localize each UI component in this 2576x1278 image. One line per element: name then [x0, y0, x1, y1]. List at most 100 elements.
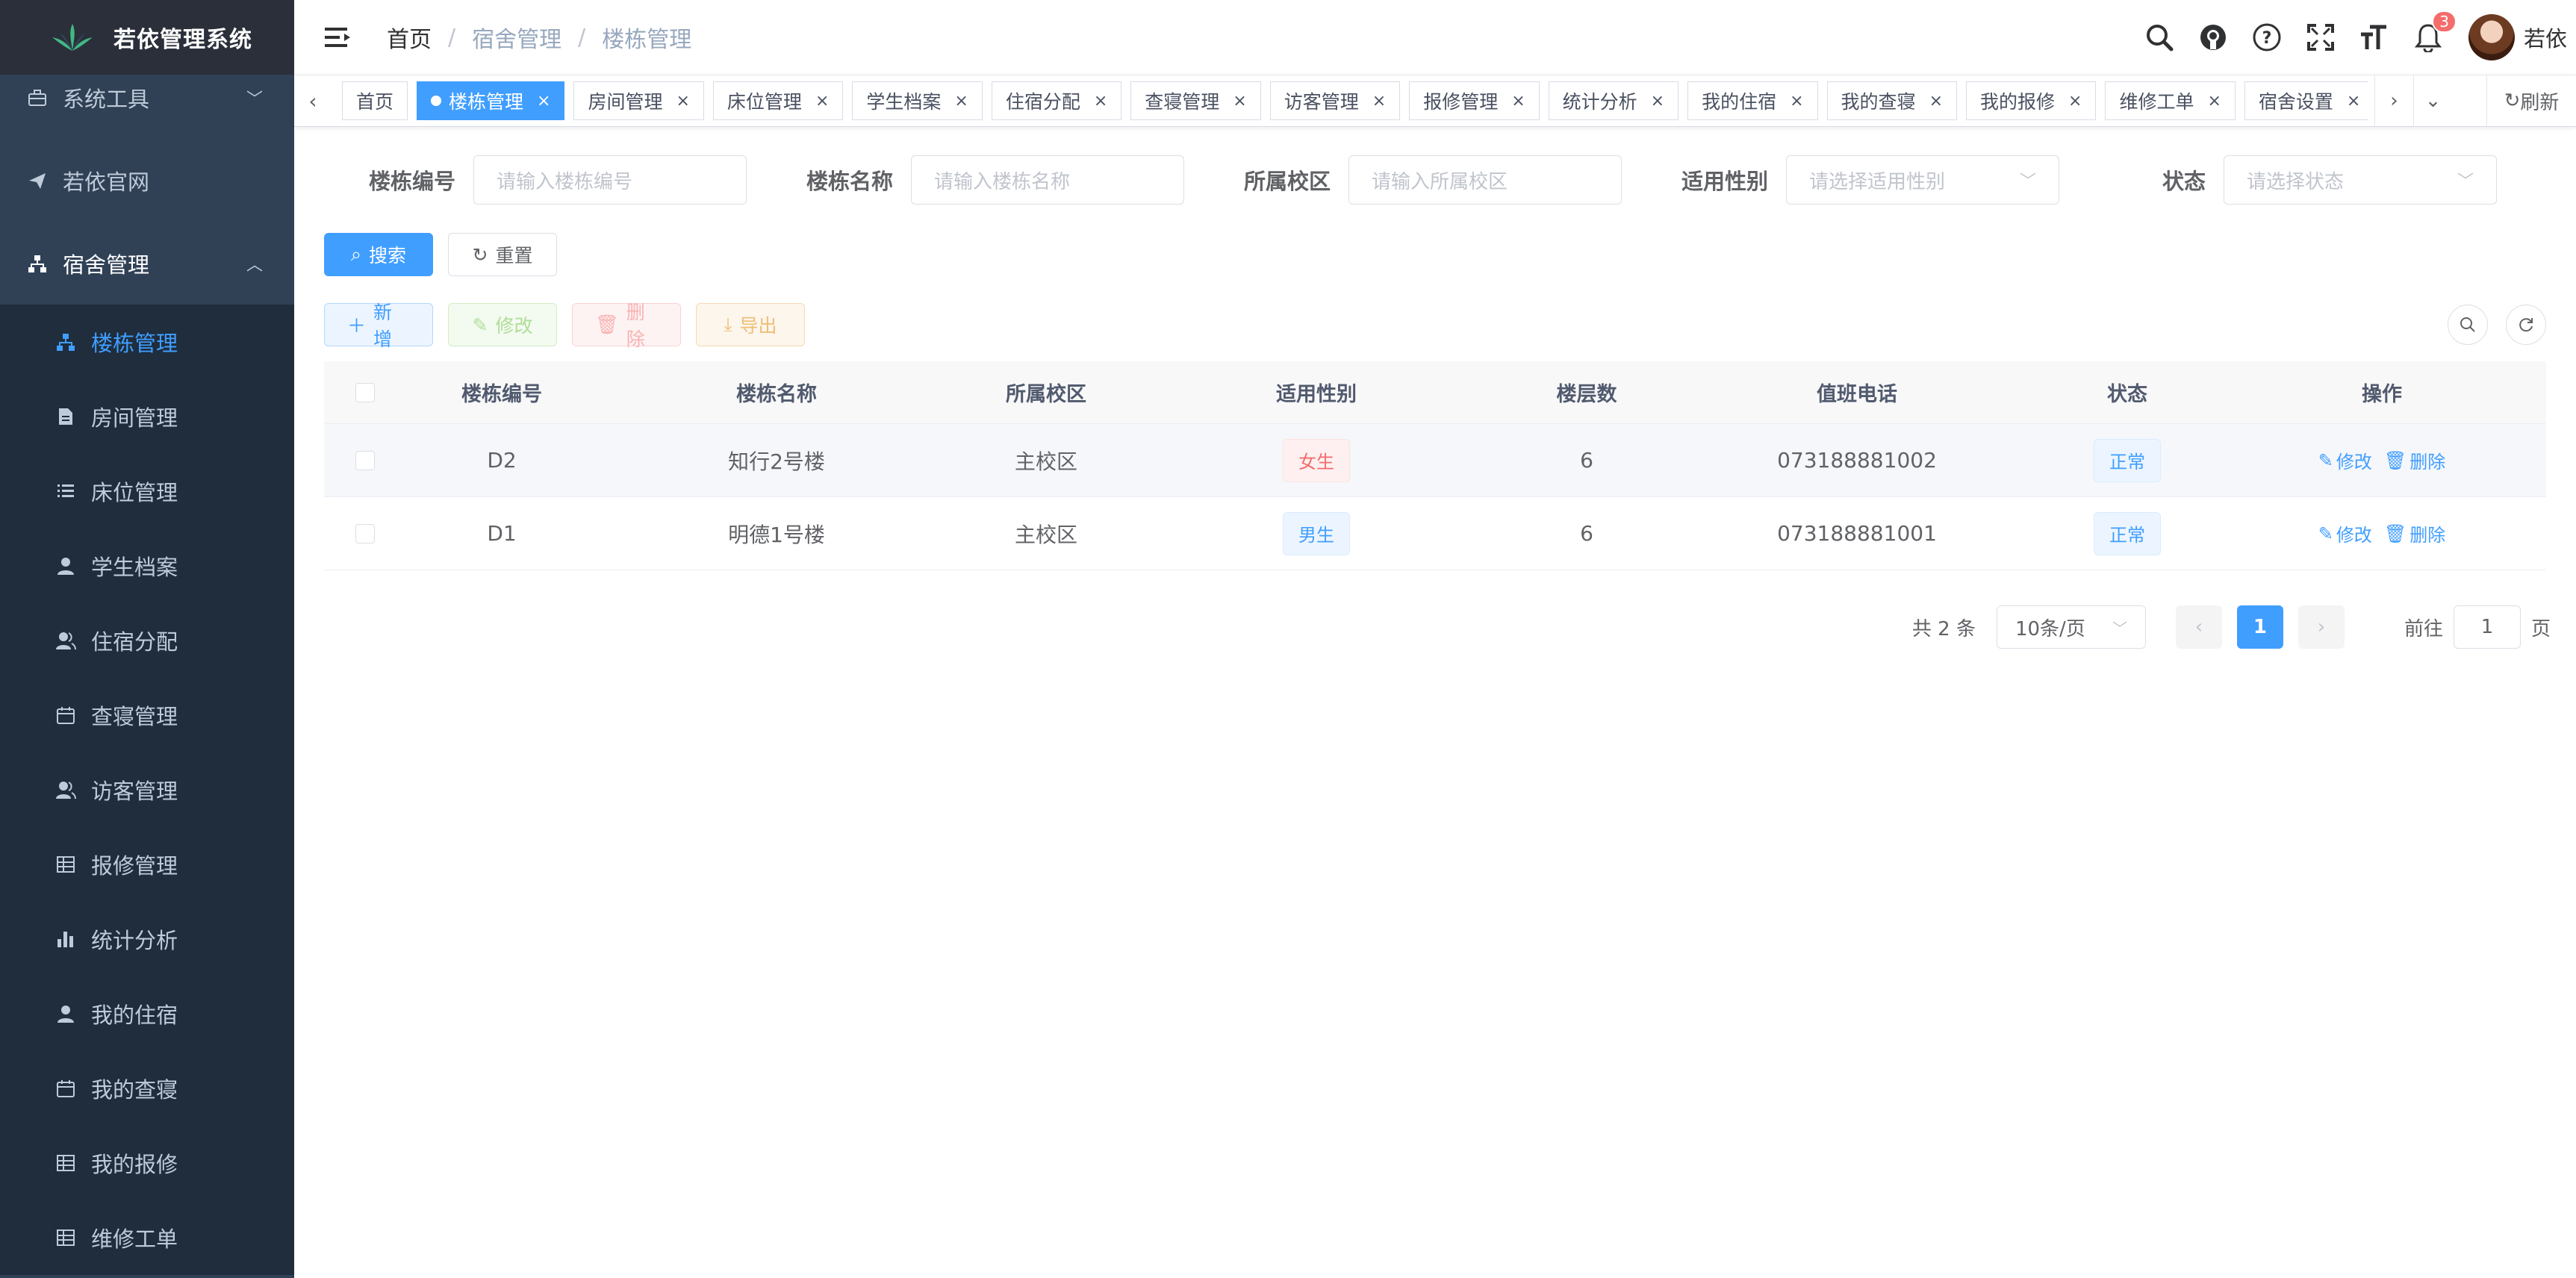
table-row[interactable]: D1 明德1号楼 主校区 男生 6 073188881001 正常 ✎ 修改 🗑 删…	[324, 497, 2546, 570]
sidebar-item-inspection[interactable]: 查寝管理	[0, 678, 294, 752]
tag-14[interactable]: 宿舍设置 ×	[2244, 81, 2368, 120]
github-icon[interactable]	[2197, 21, 2230, 54]
row-edit-link[interactable]: ✎ 修改	[2318, 447, 2372, 473]
status-select[interactable]: 请选择状态 ﹀	[2224, 155, 2497, 205]
sidebar-item-building[interactable]: 楼栋管理	[0, 305, 294, 379]
page-size-select[interactable]: 10条/页 ﹀	[1996, 605, 2146, 649]
close-icon[interactable]: ×	[815, 92, 829, 110]
sidebar-item-bed[interactable]: 床位管理	[0, 454, 294, 529]
column-header[interactable]: 所属校区	[956, 378, 1136, 407]
close-icon[interactable]: ×	[954, 92, 968, 110]
goto-page-input[interactable]: 1	[2453, 605, 2521, 649]
table-row[interactable]: D2 知行2号楼 主校区 女生 6 073188881002 正常 ✎ 修改 🗑 删…	[324, 424, 2546, 497]
search-icon[interactable]	[2143, 21, 2176, 54]
sidebar-item-work-order[interactable]: 维修工单	[0, 1200, 294, 1275]
sidebar-item-my-inspection[interactable]: 我的查寝	[0, 1051, 294, 1126]
close-icon[interactable]: ×	[2068, 92, 2082, 110]
page-size-value: 10条/页	[2015, 617, 2085, 640]
active-dot-icon	[431, 96, 442, 106]
tag-label: 我的报修	[1980, 91, 2056, 113]
column-header[interactable]: 操作	[2218, 378, 2546, 407]
row-checkbox[interactable]	[355, 450, 375, 470]
sidebar-item-visitor[interactable]: 访客管理	[0, 752, 294, 827]
chevron-left-icon[interactable]: ‹	[294, 75, 332, 126]
username[interactable]: 若依	[2524, 22, 2567, 53]
status-badge: 正常	[2094, 438, 2161, 482]
hamburger-icon[interactable]	[320, 19, 357, 56]
next-page-button[interactable]: ›	[2297, 605, 2345, 649]
tag-2[interactable]: 房间管理 ×	[573, 81, 704, 120]
building-name-input[interactable]: 请输入楼栋名称	[911, 155, 1184, 205]
chevron-right-icon[interactable]: ›	[2374, 75, 2413, 126]
close-icon[interactable]: ×	[1511, 92, 1525, 110]
breadcrumb-home[interactable]: 首页	[387, 21, 432, 54]
tag-1[interactable]: 楼栋管理 ×	[417, 81, 565, 120]
tag-13[interactable]: 维修工单 ×	[2105, 81, 2236, 120]
chevron-down-icon[interactable]: ⌄	[2413, 75, 2452, 126]
tag-9[interactable]: 统计分析 ×	[1548, 81, 1679, 120]
tag-6[interactable]: 查寝管理 ×	[1130, 81, 1261, 120]
toggle-search-button[interactable]	[2448, 305, 2488, 345]
close-icon[interactable]: ×	[1929, 92, 1943, 110]
tag-0[interactable]: 首页	[342, 81, 408, 120]
avatar[interactable]	[2468, 14, 2515, 60]
sidebar-item-my-accommodation[interactable]: 我的住宿	[0, 976, 294, 1051]
sidebar-item-ruoyi-website[interactable]: 若依官网	[0, 139, 294, 222]
tag-7[interactable]: 访客管理 ×	[1269, 81, 1401, 120]
tag-10[interactable]: 我的住宿 ×	[1687, 81, 1818, 120]
sidebar-item-allocation[interactable]: 住宿分配	[0, 603, 294, 678]
campus-input[interactable]: 请输入所属校区	[1348, 155, 1622, 205]
tag-8[interactable]: 报修管理 ×	[1409, 81, 1540, 120]
gender-select[interactable]: 请选择适用性别 ﹀	[1786, 155, 2059, 205]
close-icon[interactable]: ×	[676, 92, 689, 110]
column-header[interactable]: 状态	[2037, 378, 2218, 407]
close-icon[interactable]: ×	[2207, 92, 2221, 110]
tag-12[interactable]: 我的报修 ×	[1966, 81, 2097, 120]
tag-5[interactable]: 住宿分配 ×	[991, 81, 1122, 120]
row-checkbox[interactable]	[355, 523, 375, 543]
column-header[interactable]: 楼栋名称	[597, 378, 956, 407]
tag-3[interactable]: 床位管理 ×	[712, 81, 844, 120]
help-icon[interactable]: ?	[2250, 21, 2283, 54]
close-icon[interactable]: ×	[1372, 92, 1386, 110]
tag-11[interactable]: 我的查寝 ×	[1826, 81, 1957, 120]
sidebar-item-room[interactable]: 房间管理	[0, 379, 294, 454]
sidebar-item-repair[interactable]: 报修管理	[0, 827, 294, 902]
sitemap-icon	[25, 252, 49, 275]
close-icon[interactable]: ×	[1790, 92, 1803, 110]
close-icon[interactable]: ×	[537, 92, 550, 110]
refresh-table-button[interactable]	[2506, 305, 2546, 345]
close-icon[interactable]: ×	[1233, 92, 1246, 110]
close-icon[interactable]: ×	[2347, 92, 2360, 110]
page-number-current[interactable]: 1	[2236, 605, 2283, 649]
select-all-checkbox[interactable]	[355, 382, 375, 402]
font-size-icon[interactable]	[2358, 21, 2391, 54]
row-edit-link[interactable]: ✎ 修改	[2318, 520, 2372, 546]
sidebar-item-student[interactable]: 学生档案	[0, 529, 294, 603]
row-delete-link[interactable]: 🗑 删除	[2384, 447, 2445, 473]
fullscreen-icon[interactable]	[2304, 21, 2337, 54]
building-code-input[interactable]: 请输入楼栋编号	[473, 155, 747, 205]
add-button[interactable]: ＋ 新增	[324, 302, 433, 350]
column-header[interactable]: 值班电话	[1677, 378, 2037, 407]
prev-page-button[interactable]: ‹	[2175, 605, 2222, 649]
close-icon[interactable]: ×	[1094, 92, 1107, 110]
column-header[interactable]: 楼层数	[1496, 378, 1677, 407]
export-button[interactable]: ⤓ 导出	[696, 303, 805, 346]
search-button[interactable]: ⌕ 搜索	[324, 233, 433, 276]
edit-button[interactable]: ✎ 修改	[448, 303, 557, 346]
logo[interactable]: 若依管理系统	[0, 0, 294, 75]
row-delete-link[interactable]: 🗑 删除	[2384, 520, 2445, 546]
close-icon[interactable]: ×	[1651, 92, 1664, 110]
sidebar-item-statistics[interactable]: 统计分析	[0, 902, 294, 976]
delete-button[interactable]: 🗑 删除	[572, 302, 681, 350]
column-header[interactable]: 楼栋编号	[406, 378, 597, 407]
column-header[interactable]: 适用性别	[1136, 378, 1496, 407]
sidebar-item-my-repair[interactable]: 我的报修	[0, 1126, 294, 1200]
reset-button[interactable]: ↻ 重置	[448, 233, 557, 276]
sidebar-item-dormitory[interactable]: 宿舍管理 ︿	[0, 222, 294, 305]
refresh-button[interactable]: ↻ 刷新	[2486, 75, 2576, 126]
tag-label: 报修管理	[1423, 91, 1499, 113]
tag-4[interactable]: 学生档案 ×	[852, 81, 983, 120]
bell-icon[interactable]: 3	[2412, 10, 2457, 54]
